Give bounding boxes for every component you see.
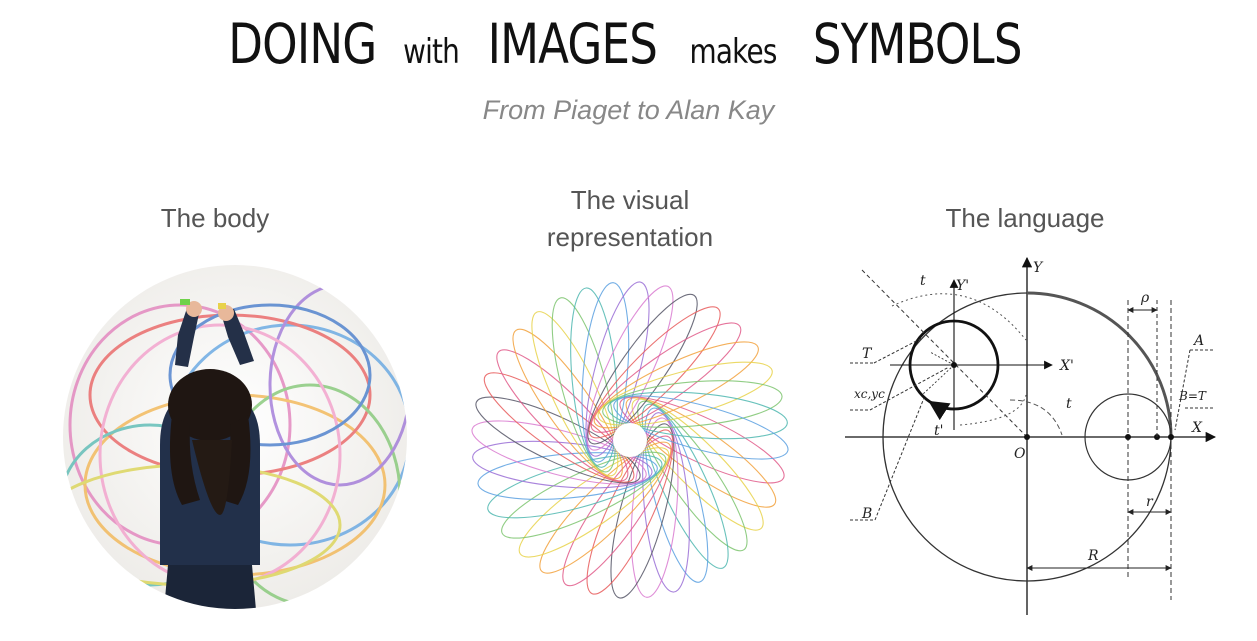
spiro-loop bbox=[496, 349, 629, 482]
label-t-prime: t' bbox=[934, 423, 943, 439]
spirograph-drawing bbox=[471, 281, 789, 599]
label-O: O bbox=[1014, 446, 1026, 462]
label-language: The language bbox=[945, 203, 1105, 233]
label-R: R bbox=[1087, 548, 1099, 564]
label-xc-yc: xc,yc bbox=[854, 387, 885, 401]
title-images: IMAGES bbox=[487, 12, 658, 76]
child-drawing-photo bbox=[63, 265, 407, 609]
subtitle: From Piaget to Alan Kay bbox=[482, 95, 775, 125]
label-y-prime: Y' bbox=[956, 278, 969, 294]
spiro-loop bbox=[637, 400, 748, 552]
label-B: B bbox=[861, 506, 872, 522]
title-makes: makes bbox=[689, 32, 778, 72]
page-title: DOING with IMAGES makes SYMBOLS bbox=[0, 12, 1257, 76]
label-T: T bbox=[862, 346, 873, 362]
label-B-eq-T: B=T bbox=[1178, 389, 1207, 403]
title-symbols: SYMBOLS bbox=[813, 12, 1023, 76]
epicycle-diagram: Y Y' X X' t t t' T xc,yc ρ A B=T O B r R bbox=[845, 256, 1217, 615]
label-x-prime: X' bbox=[1059, 358, 1074, 374]
label-visual-line2: representation bbox=[546, 222, 714, 252]
title-doing: DOING bbox=[228, 12, 378, 76]
spiro-loop bbox=[588, 306, 721, 439]
title-with: with bbox=[403, 32, 460, 72]
label-visual: The visual representation bbox=[495, 182, 765, 256]
label-A: A bbox=[1192, 333, 1204, 349]
spiro-loop bbox=[518, 447, 670, 558]
label-t-mid: t bbox=[1066, 396, 1072, 412]
label-y: Y bbox=[1033, 260, 1044, 276]
spiro-loop bbox=[539, 441, 672, 574]
spiro-center bbox=[613, 423, 647, 457]
label-t-top: t bbox=[920, 273, 926, 289]
spiro-loop bbox=[631, 398, 764, 531]
label-body: The body bbox=[160, 203, 270, 233]
label-x: X bbox=[1191, 420, 1203, 436]
label-rho: ρ bbox=[1140, 290, 1150, 306]
label-visual-line1: The visual bbox=[570, 185, 690, 215]
spiro-loop bbox=[512, 328, 623, 480]
spiro-loop bbox=[590, 322, 742, 433]
